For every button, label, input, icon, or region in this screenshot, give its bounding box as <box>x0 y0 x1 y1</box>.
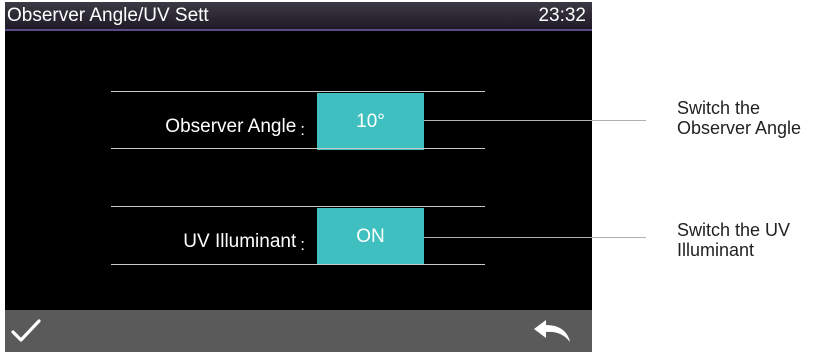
device-screen: Observer Angle/UV Sett 23:32 Observer An… <box>5 2 592 352</box>
row-divider-bottom <box>111 264 485 265</box>
page: Observer Angle/UV Sett 23:32 Observer An… <box>0 0 835 352</box>
uv-illuminant-button[interactable]: ON <box>317 208 424 265</box>
observer-angle-label: Observer Angle: <box>165 116 305 139</box>
callout-line1: Switch the <box>677 98 761 118</box>
callout-uv-illuminant: Switch the UV Illuminant <box>677 220 832 260</box>
callout-line-uv-illuminant <box>424 237 646 238</box>
callout-observer-angle: Switch the Observer Angle <box>677 98 832 138</box>
callout-line1: Switch the UV <box>677 220 791 240</box>
screen-title: Observer Angle/UV Sett <box>7 5 209 26</box>
row-divider-bottom <box>111 148 485 149</box>
observer-angle-button[interactable]: 10° <box>317 93 424 150</box>
callout-line-observer-angle <box>424 120 646 121</box>
callout-line2: Illuminant <box>677 240 755 260</box>
bottom-bar <box>5 310 592 352</box>
callout-line2: Observer Angle <box>677 118 802 138</box>
title-bar: Observer Angle/UV Sett 23:32 <box>5 2 592 31</box>
checkmark-icon[interactable] <box>11 318 41 344</box>
clock: 23:32 <box>538 5 586 26</box>
row-divider-top <box>111 91 485 92</box>
row-divider-top <box>111 206 485 207</box>
back-arrow-icon[interactable] <box>532 318 572 344</box>
uv-illuminant-label: UV Illuminant: <box>183 231 305 254</box>
